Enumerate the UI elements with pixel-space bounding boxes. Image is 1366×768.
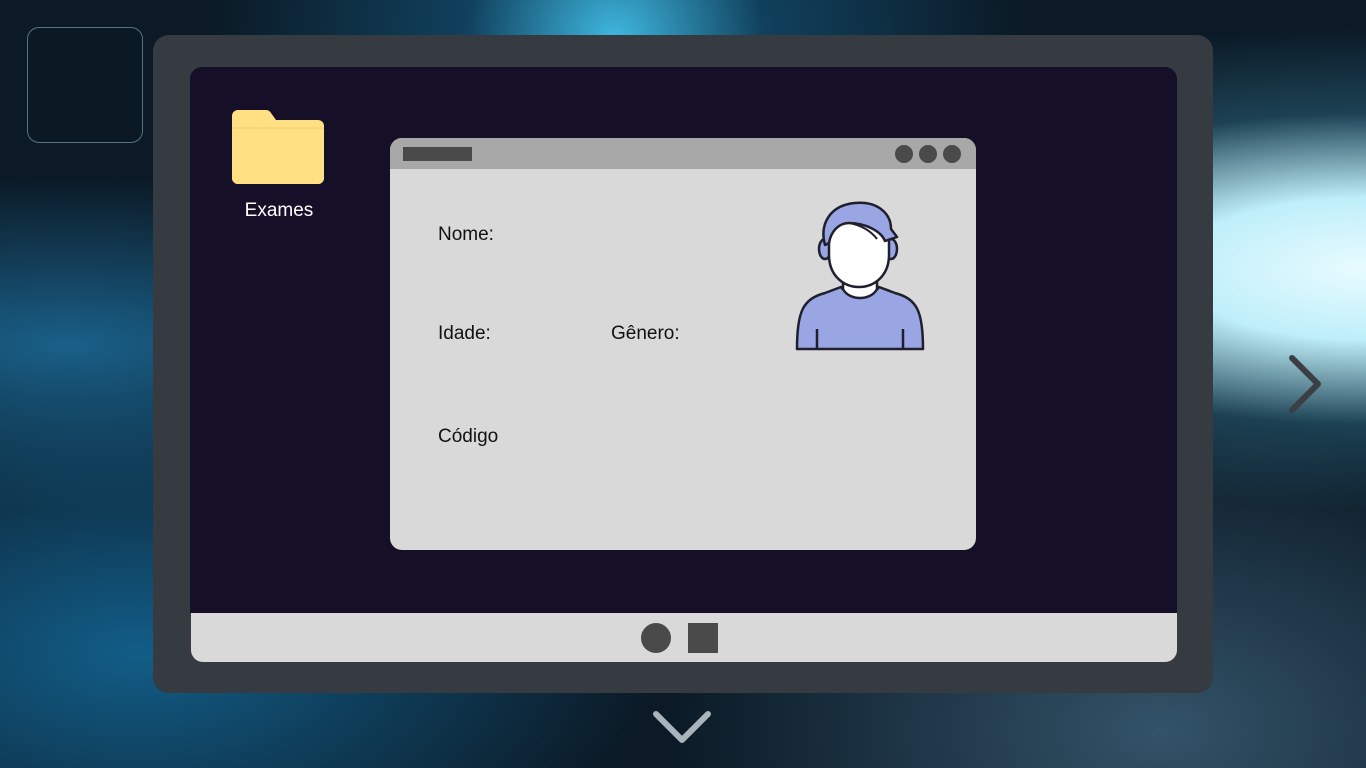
folder-exames[interactable]: Exames — [230, 110, 326, 230]
window-minimize-button[interactable] — [895, 145, 913, 163]
dock-square-button[interactable] — [688, 623, 718, 653]
gender-label: Gênero: — [611, 323, 680, 344]
bottom-dock — [191, 613, 1177, 662]
window-maximize-button[interactable] — [919, 145, 937, 163]
window-close-button[interactable] — [943, 145, 961, 163]
profile-window: Nome: Idade: Gênero: Código — [390, 138, 976, 550]
corner-thumbnail[interactable] — [27, 27, 143, 143]
desktop-screen: Exames Nome: Idade: Gênero: Código — [190, 67, 1177, 613]
dock-circle-button[interactable] — [641, 623, 671, 653]
age-label: Idade: — [438, 323, 491, 344]
window-title-placeholder — [403, 147, 472, 161]
code-label: Código — [438, 426, 499, 447]
window-titlebar[interactable] — [390, 138, 976, 169]
name-label: Nome: — [438, 224, 494, 245]
folder-icon — [232, 110, 324, 184]
device-frame: Exames Nome: Idade: Gênero: Código — [153, 35, 1213, 693]
user-avatar-icon — [795, 201, 925, 351]
chevron-right-icon[interactable] — [1284, 352, 1324, 416]
folder-label: Exames — [244, 200, 314, 221]
chevron-down-icon[interactable] — [651, 706, 713, 746]
